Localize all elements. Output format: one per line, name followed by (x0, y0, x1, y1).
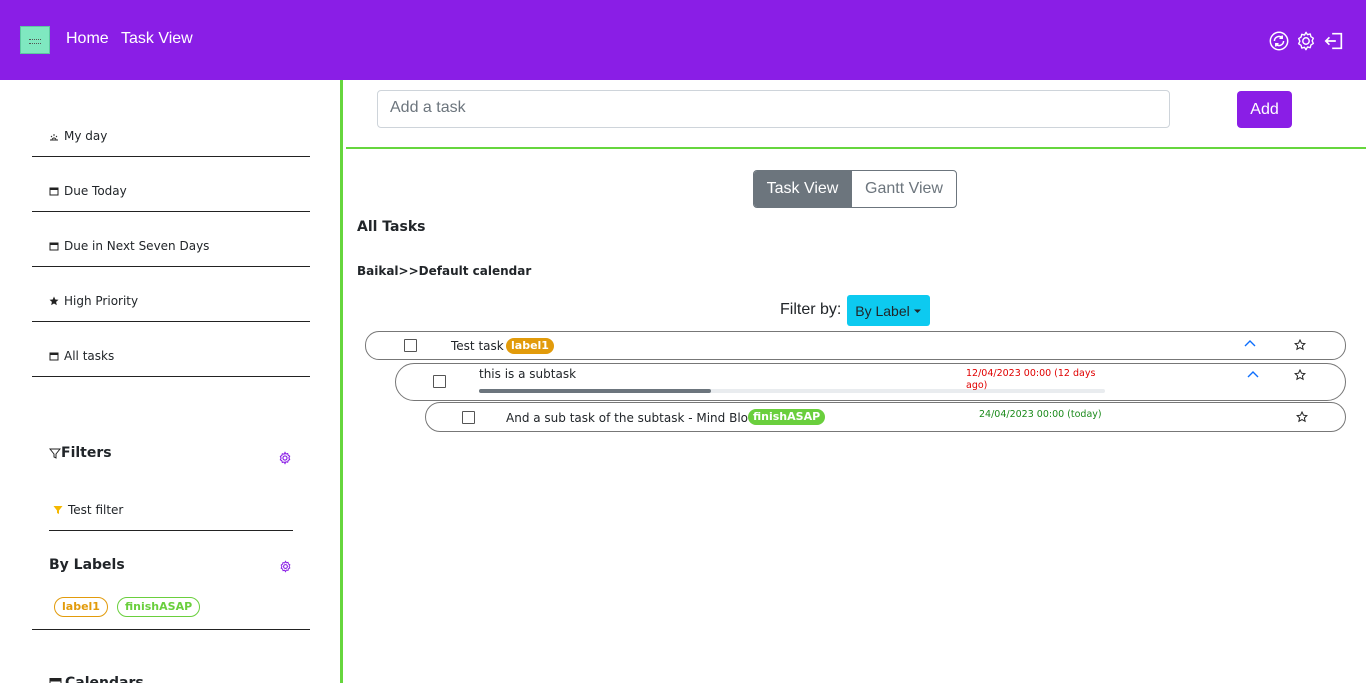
sidebar-item-due-today[interactable]: Due Today (32, 182, 310, 212)
sidebar-item-label: Due Today (64, 184, 127, 198)
sidebar-item-my-day[interactable]: My day (32, 127, 310, 157)
task-checkbox[interactable] (462, 411, 475, 424)
filter-by-label: Filter by: (780, 301, 842, 318)
filters-settings-gear-icon[interactable] (278, 451, 292, 465)
task-label-badge: label1 (506, 338, 554, 354)
task-label-badge: finishASAP (748, 409, 826, 425)
add-task-button[interactable]: Add (1237, 91, 1292, 128)
funnel-icon (53, 506, 63, 514)
calendar-icon (49, 352, 59, 361)
nav-task-view-link[interactable]: Task View (121, 30, 193, 48)
add-task-input[interactable]: Add a task (377, 90, 1170, 128)
funnel-icon (49, 448, 61, 459)
top-navbar: Home Task View (0, 0, 1366, 80)
calendars-heading: Calendars (49, 675, 144, 683)
sync-icon[interactable] (1268, 30, 1290, 52)
task-checkbox[interactable] (404, 339, 417, 352)
app-logo[interactable] (20, 26, 50, 54)
tab-gantt-view[interactable]: Gantt View (851, 171, 956, 207)
labels-title: By Labels (49, 557, 125, 573)
task-title: Test task (451, 339, 504, 353)
star-outline-icon[interactable] (1296, 411, 1308, 423)
filter-item-label: Test filter (68, 503, 124, 517)
label-chip-label1[interactable]: label1 (54, 597, 108, 617)
caret-down-icon (913, 309, 921, 313)
sidebar: My day Due Today Due in Next Seven Days … (0, 80, 343, 683)
star-outline-icon[interactable] (1294, 369, 1306, 381)
calendar-icon (49, 242, 59, 251)
calendar-icon (49, 678, 62, 683)
task-due-date: 12/04/2023 00:00 (12 days ago) (966, 368, 1096, 391)
chevron-up-icon[interactable] (1244, 339, 1256, 349)
task-checkbox[interactable] (433, 375, 446, 388)
star-icon (49, 296, 59, 306)
filter-by-dropdown[interactable]: By Label (847, 295, 930, 326)
filters-title: Filters (61, 445, 112, 461)
nav-home-link[interactable]: Home (66, 30, 109, 48)
sidebar-item-label: All tasks (64, 349, 115, 363)
labels-settings-gear-icon[interactable] (279, 560, 292, 573)
page-title: All Tasks (357, 219, 426, 235)
view-toggle: Task View Gantt View (753, 170, 957, 208)
chevron-up-icon[interactable] (1247, 370, 1259, 380)
calendar-icon (49, 187, 59, 196)
filter-item-test-filter[interactable]: Test filter (49, 501, 293, 531)
gear-icon[interactable] (1295, 30, 1317, 52)
star-outline-icon[interactable] (1294, 339, 1306, 351)
sidebar-item-next-seven-days[interactable]: Due in Next Seven Days (32, 237, 310, 267)
sidebar-item-all-tasks[interactable]: All tasks (32, 347, 310, 377)
sidebar-item-label: Due in Next Seven Days (64, 239, 210, 253)
tab-task-view[interactable]: Task View (754, 171, 851, 207)
task-row[interactable]: Test task label1 (365, 331, 1346, 360)
label-chip-finishasap[interactable]: finishASAP (117, 597, 201, 617)
task-title: And a sub task of the subtask - Mind Blo… (506, 411, 771, 425)
calendars-title: Calendars (65, 675, 144, 683)
sun-icon (50, 134, 58, 141)
sign-out-icon[interactable] (1323, 30, 1345, 52)
filter-by-value: By Label (855, 302, 910, 319)
task-due-date: 24/04/2023 00:00 (today) (979, 409, 1102, 420)
section-divider (346, 147, 1366, 149)
sidebar-item-high-priority[interactable]: High Priority (32, 292, 310, 322)
filters-heading: Filters (49, 445, 112, 461)
task-title: this is a subtask (479, 367, 577, 381)
sidebar-item-label: High Priority (64, 294, 139, 308)
calendar-breadcrumb: Baikal>>Default calendar (357, 264, 532, 278)
task-row[interactable]: And a sub task of the subtask - Mind Blo… (425, 402, 1346, 432)
labels-divider (32, 629, 310, 630)
sidebar-item-label: My day (64, 129, 108, 143)
task-progress-fill (479, 389, 711, 393)
task-row[interactable]: this is a subtask 12/04/2023 00:00 (12 d… (395, 363, 1346, 401)
main-content: Add a task Add Task View Gantt View All … (346, 80, 1366, 683)
